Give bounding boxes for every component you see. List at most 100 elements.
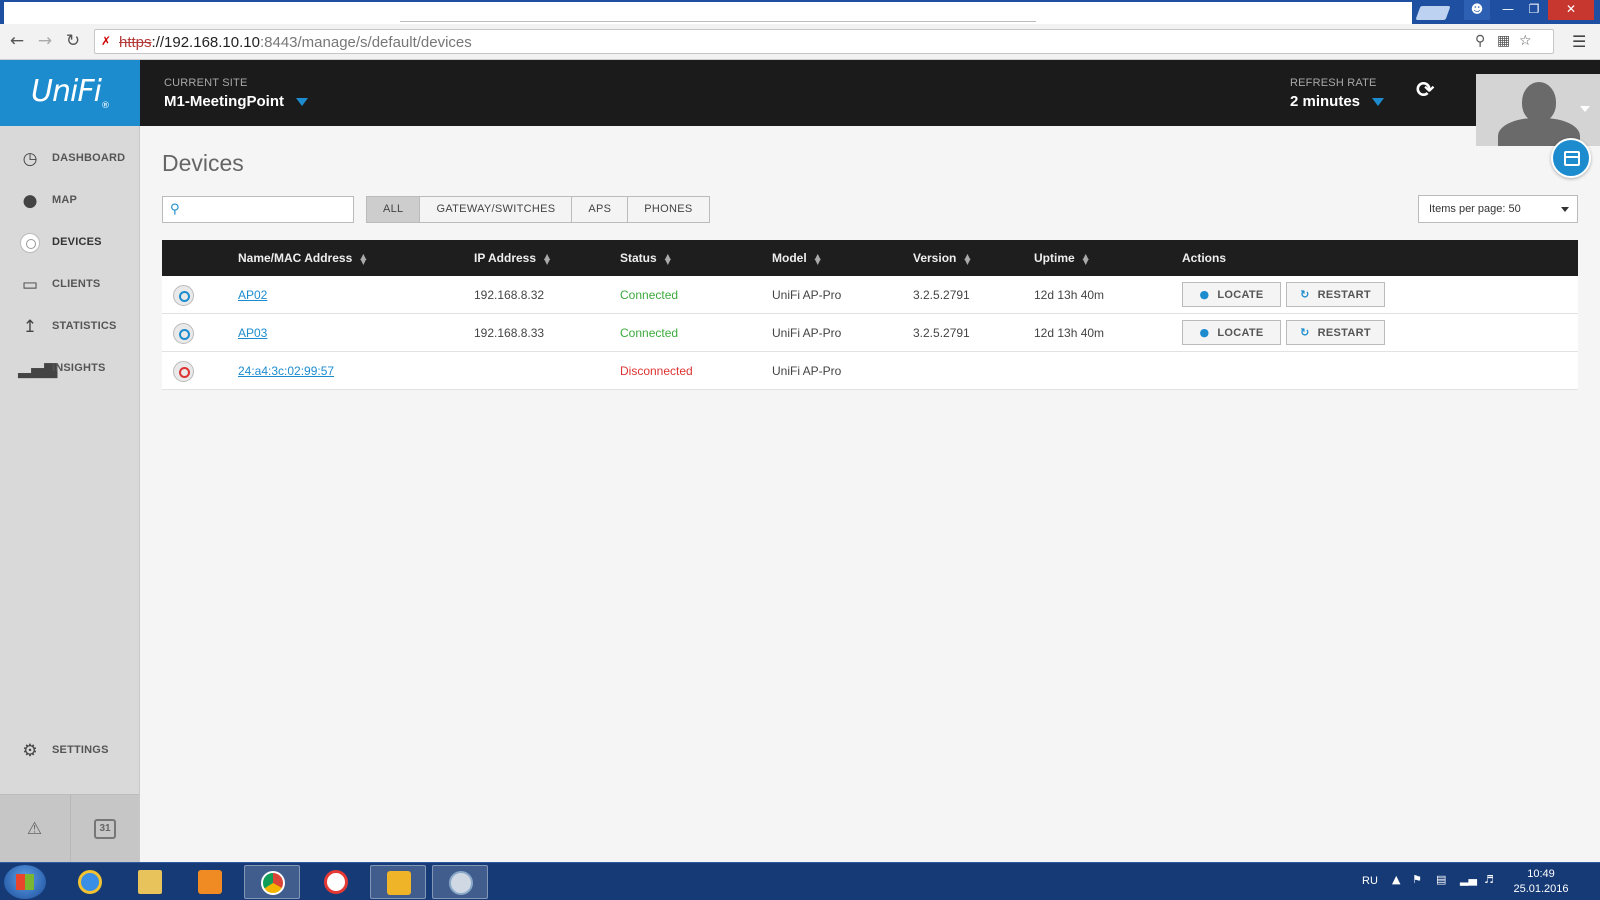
sidebar-item-devices[interactable]: DEVICES: [0, 222, 139, 264]
chrome-icon[interactable]: [244, 865, 300, 899]
url-field[interactable]: ✗ https://192.168.10.10:8443/manage/s/de…: [94, 29, 1554, 54]
device-name-link[interactable]: 24:a4:3c:02:99:57: [238, 364, 334, 378]
volume-icon[interactable]: ♬: [1484, 873, 1494, 886]
line-chart-icon: ↥: [22, 317, 38, 337]
sidebar-item-map[interactable]: ● MAP: [0, 180, 139, 222]
back-arrow-icon[interactable]: ←: [6, 30, 28, 52]
ie-icon[interactable]: [62, 865, 118, 899]
events-calendar-icon[interactable]: 31: [70, 795, 139, 863]
column-status[interactable]: Status ▲ ▼: [620, 251, 671, 265]
sidebar-item-label: STATISTICS: [52, 320, 117, 332]
avatar-caret-icon: [1580, 106, 1590, 112]
restart-button[interactable]: ↻ RESTART: [1286, 320, 1385, 345]
start-button[interactable]: [4, 865, 46, 899]
restart-button[interactable]: ↻ RESTART: [1286, 282, 1385, 307]
column-model[interactable]: Model ▲ ▼: [772, 251, 821, 265]
site-caret-icon: [296, 98, 308, 107]
search-icon: ⚲: [170, 202, 180, 217]
browser-tabstrip: ☻ — ❐ ✕: [0, 0, 1600, 24]
media-player-icon[interactable]: [182, 865, 238, 899]
restart-icon: ↻: [1300, 288, 1310, 301]
device-status: Disconnected: [620, 364, 693, 378]
dashboard-gauge-icon: ◷: [22, 149, 38, 169]
sort-icon: ▲ ▼: [664, 251, 671, 266]
device-ip: 192.168.8.33: [474, 326, 545, 340]
locate-label: LOCATE: [1217, 327, 1264, 339]
sort-icon: ▲ ▼: [964, 251, 971, 266]
sidebar-item-insights[interactable]: ▂▄▆ INSIGHTS: [0, 348, 139, 390]
tab-divider: [400, 21, 1036, 22]
items-per-page-value: Items per page: 50: [1429, 203, 1521, 215]
new-tab-button[interactable]: [1415, 6, 1451, 20]
gear-icon: ⚙: [22, 741, 38, 761]
top-header: CURRENT SITE M1-MeetingPoint REFRESH RAT…: [140, 60, 1600, 126]
avatar-head: [1522, 82, 1556, 122]
devices-icon: [18, 232, 42, 254]
filter-aps-button[interactable]: APS: [572, 197, 629, 222]
action-center-flag-icon[interactable]: ⚑: [1412, 873, 1422, 886]
column-label: Version: [913, 251, 957, 265]
clock-time: 10:49: [1527, 868, 1555, 880]
device-name-link[interactable]: AP03: [238, 326, 267, 340]
properties-panel-button[interactable]: [1551, 138, 1591, 178]
yandex-browser-icon[interactable]: [308, 865, 364, 899]
refresh-icon[interactable]: ⟳: [1416, 78, 1434, 103]
sidebar-item-clients[interactable]: ▭ CLIENTS: [0, 264, 139, 306]
filter-phones-button[interactable]: PHONES: [628, 197, 708, 222]
filter-all-button[interactable]: ALL: [367, 197, 421, 222]
avatar[interactable]: [1476, 74, 1600, 146]
paint-icon[interactable]: [432, 865, 488, 899]
device-version: 3.2.5.2791: [913, 326, 970, 340]
zoom-icon[interactable]: ⚲: [1475, 33, 1485, 49]
site-selector[interactable]: M1-MeetingPoint: [164, 93, 308, 110]
items-per-page-select[interactable]: Items per page: 50: [1418, 195, 1578, 223]
device-uptime: 12d 13h 40m: [1034, 288, 1105, 302]
devices-table: Name/MAC Address ▲ ▼ IP Address ▲ ▼ Status ▲ ▼…: [162, 240, 1578, 390]
system-clock[interactable]: 10:49 25.01.2016: [1506, 867, 1576, 897]
device-model: UniFi AP-Pro: [772, 288, 842, 302]
browser-menu-icon[interactable]: ☰: [1572, 32, 1586, 51]
sidebar-item-settings[interactable]: ⚙ SETTINGS: [0, 730, 139, 772]
search-input[interactable]: [187, 199, 347, 220]
panel-icon: [1564, 151, 1580, 166]
table-row: 24:a4:3c:02:99:57 Disconnected UniFi AP-…: [162, 352, 1578, 390]
column-version[interactable]: Version ▲ ▼: [913, 251, 971, 265]
restart-icon: ↻: [1300, 326, 1310, 339]
refresh-rate-value: 2 minutes: [1290, 93, 1361, 110]
close-window-icon[interactable]: ✕: [1548, 0, 1594, 20]
show-hidden-icons-icon[interactable]: ▲: [1392, 873, 1400, 886]
map-pin-icon: ●: [22, 191, 38, 211]
calendar-day: 31: [94, 819, 116, 839]
filter-gateway-switches-button[interactable]: GATEWAY/SWITCHES: [420, 197, 573, 222]
sidebar: ◷ DASHBOARD ● MAP DEVICES ▭ CLIENTS ↥ ST…: [0, 126, 140, 862]
minimize-icon[interactable]: —: [1496, 0, 1520, 20]
forward-arrow-icon[interactable]: →: [34, 30, 56, 52]
maximize-icon[interactable]: ❐: [1522, 0, 1546, 20]
user-profile-icon[interactable]: ☻: [1464, 0, 1490, 20]
explorer-folder-icon[interactable]: [122, 865, 178, 899]
network-signal-icon[interactable]: ▂▄: [1460, 873, 1477, 886]
insecure-lock-icon[interactable]: ✗: [101, 34, 115, 49]
device-status: Connected: [620, 288, 679, 302]
locate-button[interactable]: ● LOCATE: [1182, 320, 1281, 345]
column-label: Model: [772, 251, 807, 265]
language-indicator[interactable]: RU: [1362, 875, 1378, 887]
refresh-rate-selector[interactable]: 2 minutes: [1290, 93, 1385, 110]
sidebar-item-statistics[interactable]: ↥ STATISTICS: [0, 306, 139, 348]
column-label: IP Address: [474, 251, 537, 265]
sidebar-item-label: DEVICES: [52, 236, 102, 248]
sidebar-item-dashboard[interactable]: ◷ DASHBOARD: [0, 138, 139, 180]
column-name[interactable]: Name/MAC Address ▲ ▼: [238, 251, 366, 265]
sidebar-item-label: INSIGHTS: [52, 362, 106, 374]
outlook-icon[interactable]: [370, 865, 426, 899]
reload-icon[interactable]: ↻: [62, 30, 84, 52]
device-name-link[interactable]: AP02: [238, 288, 267, 302]
chevron-down-icon: [1561, 207, 1569, 212]
column-ip[interactable]: IP Address ▲ ▼: [474, 251, 550, 265]
translate-icon[interactable]: ▦: [1497, 33, 1510, 49]
column-uptime[interactable]: Uptime ▲ ▼: [1034, 251, 1089, 265]
device-icon[interactable]: ▤: [1436, 873, 1446, 886]
locate-button[interactable]: ● LOCATE: [1182, 282, 1281, 307]
alerts-warning-icon[interactable]: ⚠: [0, 795, 69, 863]
bookmark-star-icon[interactable]: ☆: [1519, 33, 1532, 49]
